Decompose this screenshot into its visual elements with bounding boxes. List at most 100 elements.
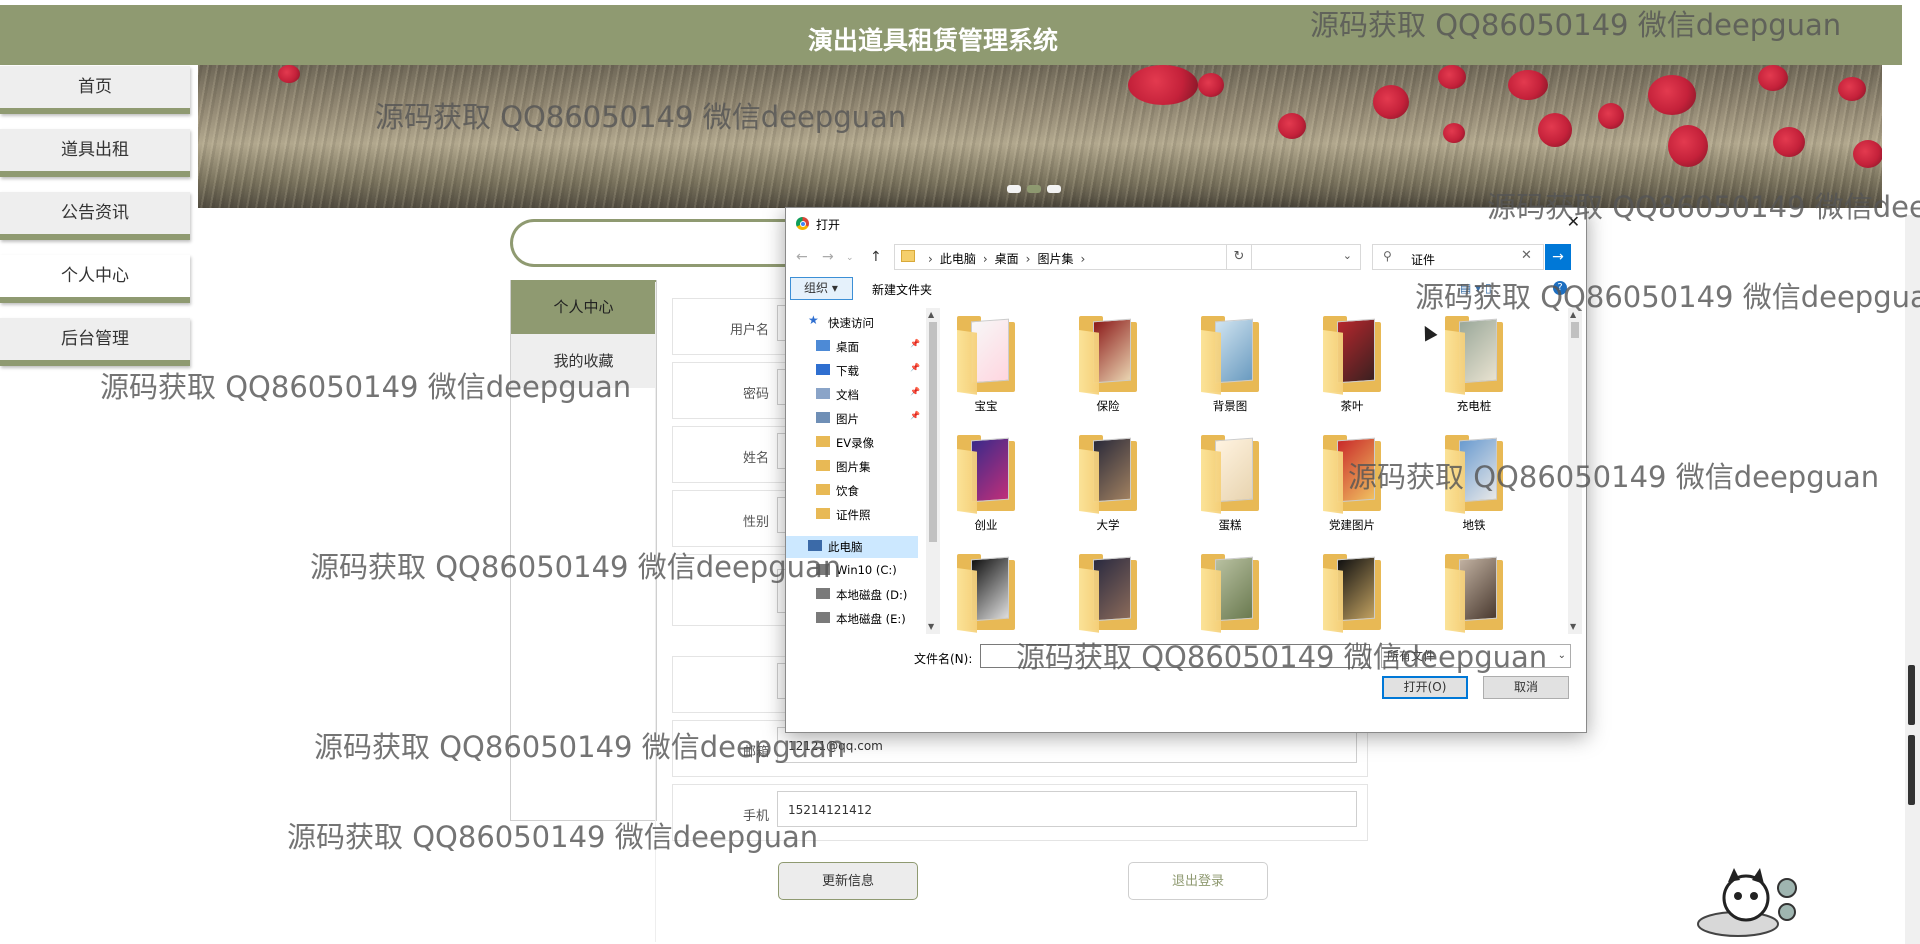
folder-name: 茶叶	[1340, 399, 1364, 413]
folder-item[interactable]	[1185, 554, 1275, 636]
dialog-search-input[interactable]: 证件	[1411, 251, 1435, 268]
nav-pane-item[interactable]: ★ 快速访问	[786, 312, 918, 334]
file-pane-scrollbar[interactable]: ▲ ▼	[1568, 308, 1582, 634]
scroll-down-icon[interactable]: ▼	[928, 622, 934, 631]
chevron-down-icon[interactable]: ⌄	[1357, 648, 1365, 659]
scrollbar-thumb[interactable]	[1908, 735, 1915, 805]
banner-poppy	[1648, 75, 1696, 115]
nav-pane-item[interactable]: 图片集	[786, 456, 918, 478]
nav-item-admin[interactable]: 后台管理	[0, 318, 190, 366]
nav-pane-item[interactable]: 饮食	[786, 480, 918, 502]
nav-pane-item[interactable]: 文档 📌	[786, 384, 920, 406]
folder-icon	[816, 340, 830, 351]
folder-item[interactable]	[1307, 554, 1397, 636]
chevron-down-icon[interactable]: ⌄	[1343, 249, 1352, 262]
nav-pane-item[interactable]: 下载 📌	[786, 360, 920, 382]
carousel-dot[interactable]	[1047, 185, 1061, 193]
folder-item[interactable]: 党建图片	[1307, 435, 1397, 545]
nav-item-personal-center[interactable]: 个人中心	[0, 255, 190, 303]
dialog-title: 打开	[816, 218, 841, 232]
page-scrollbar[interactable]	[1905, 215, 1920, 944]
nav-item-news[interactable]: 公告资讯	[0, 192, 190, 240]
folder-icon	[1079, 435, 1137, 514]
field-label: 密码	[742, 387, 769, 402]
banner-poppy	[278, 65, 300, 83]
nav-pane-item[interactable]: 本地磁盘 (D:)	[786, 584, 918, 606]
cancel-button[interactable]: 取消	[1483, 676, 1569, 699]
mascot-cat-icon	[1697, 868, 1797, 937]
banner-poppy	[1838, 77, 1866, 101]
open-button[interactable]: 打开(O)	[1382, 676, 1468, 699]
nav-pane-item[interactable]: EV录像	[786, 432, 918, 454]
new-folder-button[interactable]: 新建文件夹	[872, 281, 932, 298]
folder-item[interactable]	[1429, 554, 1519, 636]
phone-field[interactable]: 15214121412	[777, 791, 1357, 827]
folder-name: 大学	[1096, 518, 1120, 532]
nav-pane-label: 文档	[836, 388, 859, 402]
site-search-input[interactable]	[510, 219, 793, 267]
breadcrumb-item[interactable]: 此电脑	[940, 252, 976, 266]
up-arrow-icon[interactable]: ↑	[870, 249, 882, 265]
folder-item[interactable]: 充电桩	[1429, 316, 1519, 426]
dialog-nav-pane: ★ 快速访问 桌面 📌 下载 📌 文档 📌 图片 📌 EV录像图片集饮食 证件照此电脑 Win10 (C…	[786, 308, 926, 634]
nav-pane-label: 桌面	[836, 340, 859, 354]
folder-item[interactable]	[941, 554, 1031, 636]
filetype-select[interactable]: 所有文件 ⌄	[1381, 644, 1571, 668]
nav-item-props-rental[interactable]: 道具出租	[0, 129, 190, 177]
logout-button[interactable]: 退出登录	[1128, 862, 1268, 900]
scroll-up-icon[interactable]: ▲	[928, 310, 934, 319]
nav-pane-item[interactable]: 桌面 📌	[786, 336, 920, 358]
carousel-dot[interactable]	[1027, 185, 1041, 193]
folder-icon	[816, 436, 830, 447]
nav-pane-item[interactable]: 证件照	[786, 504, 918, 526]
scroll-up-icon[interactable]: ▲	[1570, 310, 1576, 319]
tab-my-favorites[interactable]: 我的收藏	[511, 334, 656, 388]
update-info-button[interactable]: 更新信息	[778, 862, 918, 900]
folder-item[interactable]: 保险	[1063, 316, 1153, 426]
folder-name: 创业	[974, 518, 998, 532]
scroll-down-icon[interactable]: ▼	[1570, 622, 1576, 631]
nav-pane-scrollbar[interactable]: ▲ ▼	[926, 308, 940, 634]
folder-item[interactable]: 背景图	[1185, 316, 1275, 426]
scrollbar-thumb[interactable]	[1908, 665, 1915, 725]
nav-pane-item[interactable]: Win10 (C:)	[786, 560, 918, 582]
breadcrumb-item[interactable]: 桌面	[995, 252, 1019, 266]
folder-item[interactable]: 蛋糕	[1185, 435, 1275, 545]
nav-pane-label: 此电脑	[828, 540, 863, 554]
scrollbar-thumb[interactable]	[1571, 322, 1579, 338]
search-icon: ⚲	[1383, 249, 1392, 263]
clear-icon[interactable]: ✕	[1521, 248, 1532, 263]
search-go-button[interactable]: →	[1545, 244, 1571, 270]
refresh-icon[interactable]: ↻	[1226, 244, 1252, 270]
organize-button[interactable]: 组织 ▾	[790, 277, 853, 300]
nav-item-home[interactable]: 首页	[0, 66, 190, 114]
folder-item[interactable]: 大学	[1063, 435, 1153, 545]
carousel-dot[interactable]	[1007, 185, 1021, 193]
folder-item[interactable]: 宝宝	[941, 316, 1031, 426]
breadcrumb-item[interactable]: 图片集	[1037, 252, 1073, 266]
recent-chevron-icon[interactable]: ⌄	[846, 253, 854, 263]
folder-icon	[1445, 316, 1503, 395]
close-icon[interactable]: ✕	[1567, 212, 1580, 231]
scrollbar-thumb[interactable]	[929, 322, 937, 542]
folder-item[interactable]: 茶叶	[1307, 316, 1397, 426]
address-bar[interactable]: › 此电脑 › 桌面 › 图片集 › ⌄	[894, 244, 1361, 270]
dialog-search-box[interactable]: ⚲ 证件 ✕ →	[1372, 244, 1571, 270]
help-icon[interactable]: ?	[1553, 281, 1567, 295]
back-arrow-icon[interactable]: ←	[796, 249, 808, 265]
folder-item[interactable]: 地铁	[1429, 435, 1519, 545]
nav-pane-label: 图片集	[836, 460, 871, 474]
nav-pane-item[interactable]: 图片 📌	[786, 408, 920, 430]
forward-arrow-icon[interactable]: →	[822, 249, 834, 265]
tab-personal-center[interactable]: 个人中心	[511, 280, 656, 334]
filename-input[interactable]: ⌄	[980, 644, 1370, 668]
folder-item[interactable]: 创业	[941, 435, 1031, 545]
view-options-icon[interactable]: ▤ ▾ ▯	[1460, 281, 1492, 295]
folder-icon	[1445, 435, 1503, 514]
folder-icon	[1201, 554, 1259, 633]
folder-item[interactable]	[1063, 554, 1153, 636]
filetype-value: 所有文件	[1387, 649, 1436, 663]
nav-pane-item[interactable]: 此电脑	[786, 536, 918, 558]
nav-pane-item[interactable]: 本地磁盘 (E:)	[786, 608, 918, 630]
file-open-dialog: 打开 ✕ ← → ⌄ ↑ › 此电脑 › 桌面 › 图片集 › ⌄ ↻ ⚲ 证件 ✕ → 组…	[785, 207, 1587, 733]
